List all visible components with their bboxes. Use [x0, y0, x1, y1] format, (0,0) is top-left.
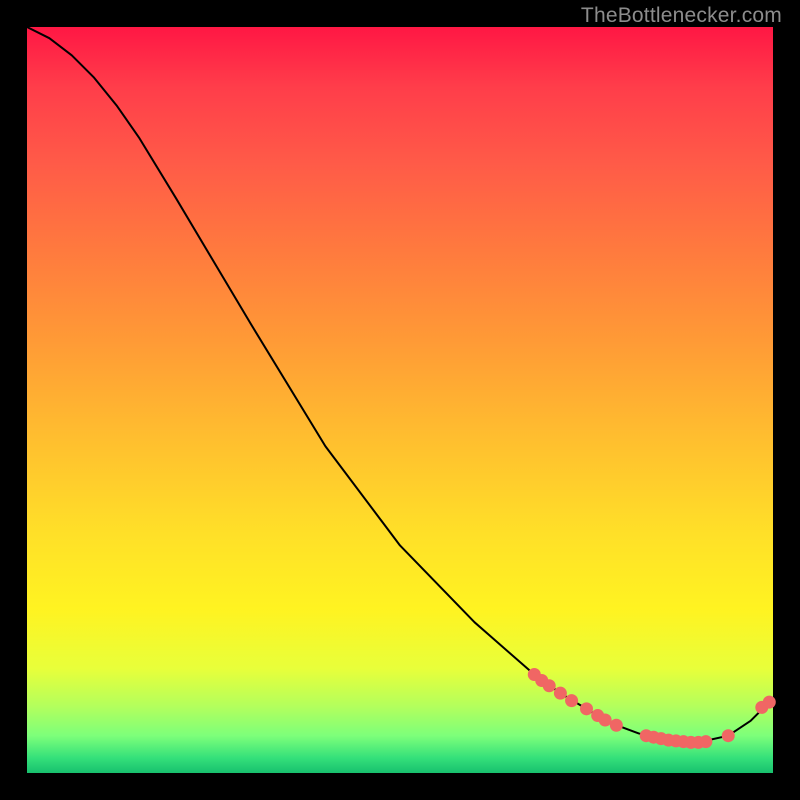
chart-svg [27, 27, 773, 773]
scatter-point [722, 729, 735, 742]
chart-plot-area [27, 27, 773, 773]
curve-path [27, 27, 773, 742]
scatter-point [699, 735, 712, 748]
scatter-point [554, 687, 567, 700]
scatter-point [610, 719, 623, 732]
scatter-point [580, 702, 593, 715]
attribution-text: TheBottlenecker.com [581, 4, 782, 28]
scatter-point [565, 694, 578, 707]
scatter-point [599, 714, 612, 727]
scatter-point [543, 679, 556, 692]
scatter-points [528, 668, 776, 749]
scatter-point [763, 696, 776, 709]
chart-stage: TheBottlenecker.com [0, 0, 800, 800]
